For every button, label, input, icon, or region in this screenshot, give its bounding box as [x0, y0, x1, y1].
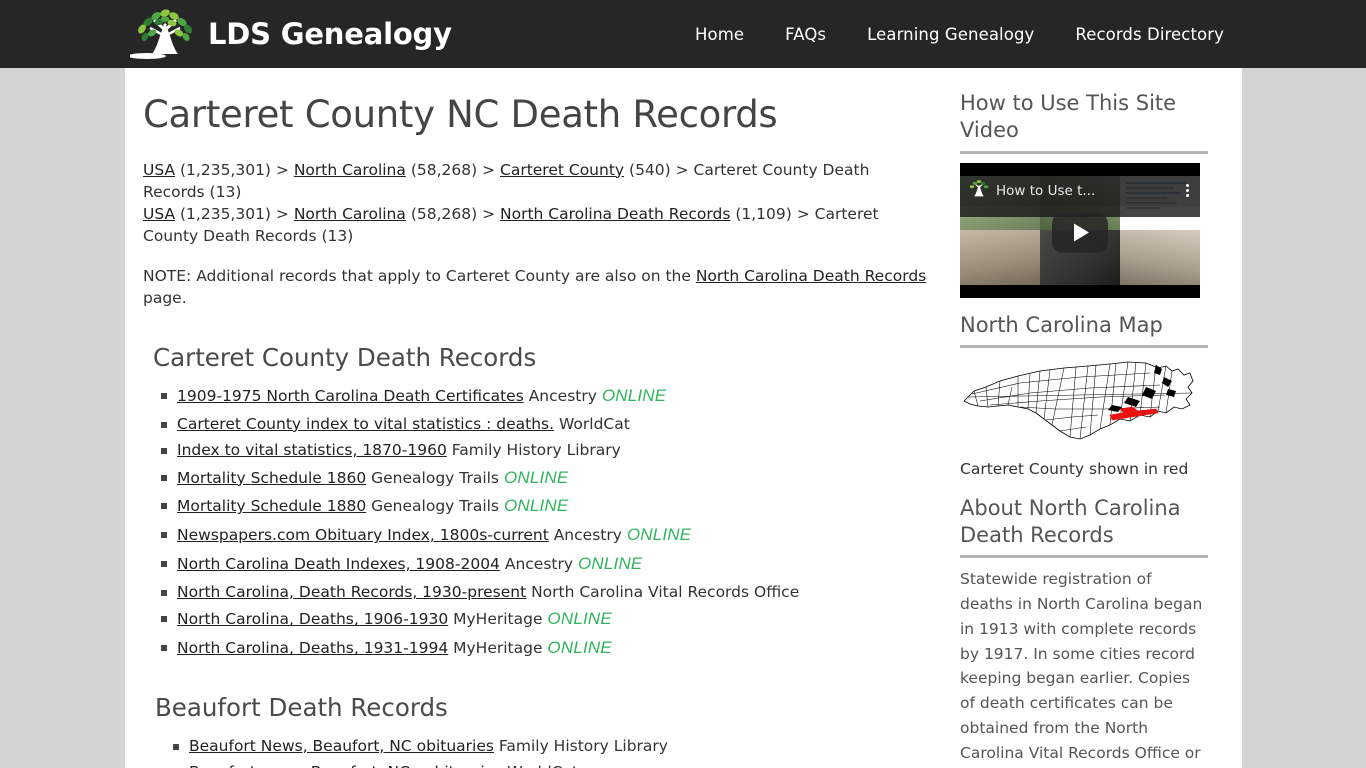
online-badge: ONLINE — [542, 638, 612, 658]
breadcrumb-link[interactable]: USA — [143, 205, 175, 223]
note-paragraph: NOTE: Additional records that apply to C… — [143, 265, 930, 309]
nav-item-learning-genealogy[interactable]: Learning Genealogy — [867, 25, 1034, 44]
record-source-label: Family History Library — [446, 441, 621, 460]
record-list-item: Carteret County index to vital statistic… — [161, 411, 930, 437]
online-badge: ONLINE — [621, 525, 692, 545]
thumbnail-photo — [1120, 230, 1200, 285]
record-list-item: Index to vital statistics, 1870-1960 Fam… — [161, 437, 930, 463]
kebab-menu-icon[interactable] — [1180, 182, 1194, 200]
content-card: Carteret County NC Death Records USA (1,… — [125, 68, 1242, 768]
tree-logo-icon — [130, 6, 200, 62]
online-badge: ONLINE — [542, 609, 612, 629]
note-suffix-text: page. — [143, 288, 187, 307]
video-player[interactable]: How to Use t... — [960, 162, 1200, 298]
map-widget-heading: North Carolina Map — [960, 312, 1163, 337]
online-badge: ONLINE — [499, 467, 569, 487]
record-source-label: Genealogy Trails — [366, 468, 500, 487]
record-list-item: North Carolina, Deaths, 1931-1994 MyHeri… — [161, 634, 930, 663]
breadcrumb-text: (1,235,301) > — [175, 160, 294, 179]
record-list-item: Beaufort News, Beaufort, NC obituaries F… — [173, 733, 930, 759]
video-title-bar: How to Use t... — [960, 175, 1200, 206]
breadcrumb: USA (1,235,301) > North Carolina (58,268… — [143, 159, 930, 247]
breadcrumb-link[interactable]: North Carolina Death Records — [500, 205, 730, 223]
play-triangle — [1074, 223, 1089, 242]
record-source-label: WorldCat — [554, 414, 630, 433]
record-title-link[interactable]: Beaufort News, Beaufort, NC obituaries — [189, 737, 494, 755]
record-list-item: Mortality Schedule 1880 Genealogy Trails… — [161, 492, 930, 521]
widget-map: North Carolina Map Carteret County shown… — [960, 312, 1208, 481]
records-list-beaufort: Beaufort News, Beaufort, NC obituaries F… — [143, 733, 930, 768]
record-source-label: MyHeritage — [448, 610, 543, 629]
online-badge: ONLINE — [596, 385, 667, 405]
record-source-label: Ancestry — [523, 386, 597, 405]
brand-title: LDS Genealogy — [208, 16, 452, 51]
record-title-link[interactable]: Mortality Schedule 1880 — [177, 497, 366, 515]
record-source-label: WorldCat — [502, 763, 578, 768]
brand-logo-link[interactable]: LDS Genealogy — [130, 6, 452, 62]
section-heading-beaufort: Beaufort Death Records — [155, 693, 448, 723]
divider — [960, 555, 1208, 559]
record-title-link[interactable]: Index to vital statistics, 1870-1960 — [177, 441, 447, 459]
breadcrumb-text: (58,268) > — [405, 204, 500, 223]
record-list-item: Newspapers.com Obituary Index, 1800s-cur… — [161, 521, 930, 550]
breadcrumb-text: (1,235,301) > — [175, 204, 294, 223]
thumbnail-photo — [960, 230, 1040, 285]
breadcrumb-line-1: USA (1,235,301) > North Carolina (58,268… — [143, 159, 930, 203]
main-navigation: Home FAQs Learning Genealogy Records Dir… — [695, 25, 1224, 44]
widget-about: About North Carolina Death Records State… — [960, 495, 1208, 768]
record-source-label: Ancestry — [548, 526, 622, 545]
online-badge: ONLINE — [573, 554, 643, 574]
site-header: LDS Genealogy Home FAQs Learning Genealo… — [0, 0, 1366, 68]
divider — [960, 150, 1208, 154]
breadcrumb-line-2: USA (1,235,301) > North Carolina (58,268… — [143, 203, 930, 247]
map-caption: Carteret County shown in red — [960, 459, 1189, 478]
nav-item-records-directory[interactable]: Records Directory — [1075, 25, 1224, 44]
nav-item-faqs[interactable]: FAQs — [785, 25, 826, 44]
widget-video: How to Use This Site Video How to Use t.… — [960, 90, 1208, 298]
online-badge: ONLINE — [499, 496, 569, 516]
record-list-item: 1909-1975 North Carolina Death Certifica… — [161, 382, 930, 411]
video-widget-heading: How to Use This Site Video — [960, 91, 1177, 143]
record-source-label: Family History Library — [493, 736, 668, 755]
record-title-link[interactable]: North Carolina, Deaths, 1906-1930 — [177, 610, 448, 628]
page-shell: Carteret County NC Death Records USA (1,… — [0, 68, 1366, 768]
sidebar-column: How to Use This Site Video How to Use t.… — [950, 68, 1242, 768]
record-title-link[interactable]: Newspapers.com Obituary Index, 1800s-cur… — [177, 526, 549, 544]
record-list-item: North Carolina Death Indexes, 1908-2004 … — [161, 550, 930, 579]
divider — [960, 344, 1208, 348]
record-title-link[interactable]: Beaufort news, Beaufort, NC : obituaries — [189, 763, 502, 768]
record-title-link[interactable]: North Carolina, Death Records, 1930-pres… — [177, 583, 526, 601]
section-heading-carteret: Carteret County Death Records — [153, 342, 537, 372]
about-body-text: Statewide registration of deaths in Nort… — [960, 570, 1203, 762]
breadcrumb-link[interactable]: Carteret County — [500, 161, 624, 179]
north-carolina-map-icon — [960, 357, 1200, 451]
note-prefix-text: NOTE: Additional records that apply to C… — [143, 266, 696, 285]
main-content-column: Carteret County NC Death Records USA (1,… — [125, 68, 950, 768]
nav-item-home[interactable]: Home — [695, 25, 744, 44]
tree-logo-icon — [966, 176, 992, 206]
video-overlay-title: How to Use t... — [996, 182, 1096, 199]
record-list-item: North Carolina, Death Records, 1930-pres… — [161, 579, 930, 605]
breadcrumb-link[interactable]: North Carolina — [294, 205, 406, 223]
record-title-link[interactable]: North Carolina, Deaths, 1931-1994 — [177, 639, 448, 657]
record-source-label: Ancestry — [499, 555, 574, 574]
records-list-carteret: 1909-1975 North Carolina Death Certifica… — [143, 382, 930, 663]
play-button-icon[interactable] — [1052, 213, 1108, 253]
breadcrumb-text: (58,268) > — [405, 160, 500, 179]
breadcrumb-link[interactable]: USA — [143, 161, 175, 179]
record-title-link[interactable]: 1909-1975 North Carolina Death Certifica… — [177, 387, 524, 405]
about-widget-heading: About North Carolina Death Records — [960, 495, 1181, 547]
record-title-link[interactable]: North Carolina Death Indexes, 1908-2004 — [177, 555, 500, 573]
record-title-link[interactable]: Mortality Schedule 1860 — [177, 469, 366, 487]
record-source-label: Genealogy Trails — [366, 497, 500, 516]
note-link-nc-death-records[interactable]: North Carolina Death Records — [696, 267, 926, 285]
record-list-item: North Carolina, Deaths, 1906-1930 MyHeri… — [161, 605, 930, 634]
record-list-item: Mortality Schedule 1860 Genealogy Trails… — [161, 464, 930, 493]
page-title: Carteret County NC Death Records — [143, 93, 778, 136]
breadcrumb-link[interactable]: North Carolina — [294, 161, 406, 179]
record-title-link[interactable]: Carteret County index to vital statistic… — [177, 415, 554, 433]
record-source-label: North Carolina Vital Records Office — [526, 583, 800, 602]
record-source-label: MyHeritage — [448, 639, 543, 658]
record-list-item: Beaufort news, Beaufort, NC : obituaries… — [189, 759, 930, 768]
